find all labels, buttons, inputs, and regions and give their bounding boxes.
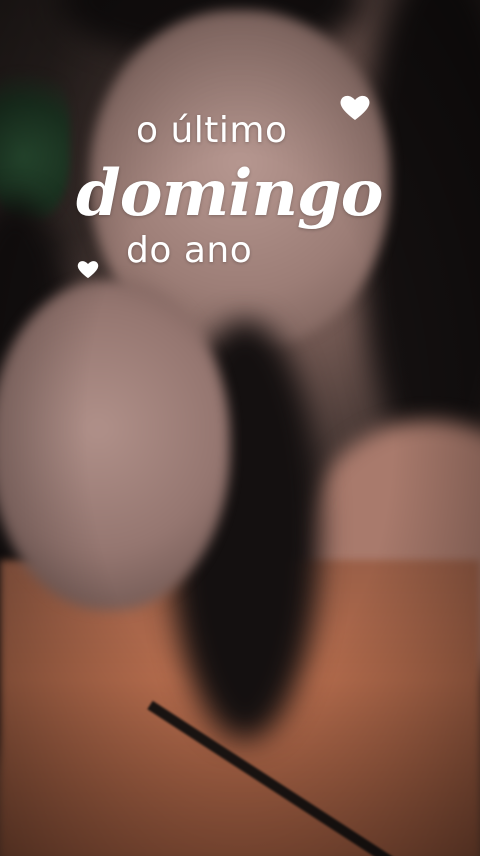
sticker-line-2: domingo — [76, 156, 383, 231]
sticker-line-1: o último — [136, 110, 288, 151]
story-photo: o último domingo do ano — [0, 0, 480, 856]
heart-icon — [338, 92, 372, 122]
text-sticker[interactable]: o último domingo do ano — [70, 95, 410, 290]
sticker-line-3: do ano — [126, 230, 253, 271]
heart-icon — [76, 258, 100, 280]
